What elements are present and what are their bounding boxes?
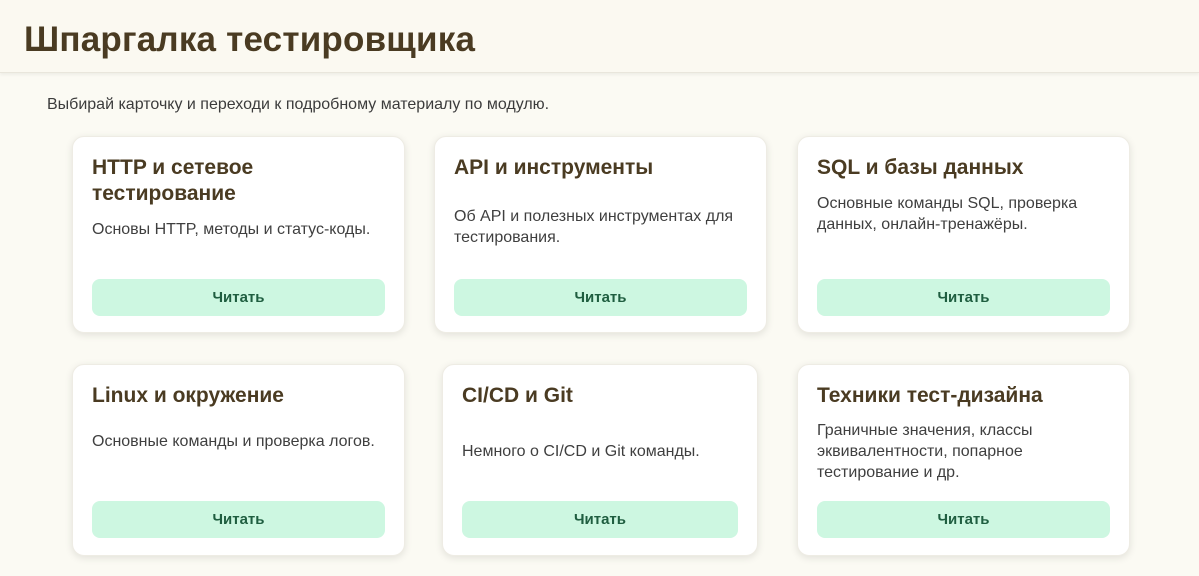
card-description: Об API и полезных инструментах для тести… [454, 208, 734, 246]
card-title: Linux и окружение [92, 384, 284, 407]
card-title: SQL и базы данных [817, 156, 1024, 179]
read-button-sql[interactable]: Читать [817, 279, 1110, 316]
card-linux: Linux и окружение Основные команды и про… [72, 364, 405, 556]
read-button-http[interactable]: Читать [92, 279, 385, 316]
card-description: Немного о CI/CD и Git команды. [462, 443, 700, 460]
card-test-design: Техники тест-дизайна Граничные значения,… [797, 364, 1130, 556]
card-description: Основные команды и проверка логов. [92, 433, 375, 450]
card-title: API и инструменты [454, 156, 654, 179]
card-title: CI/CD и Git [462, 384, 573, 407]
card-http: HTTP и сетевое тестирование Основы HTTP,… [72, 136, 405, 333]
card-description: Основные команды SQL, проверка данных, о… [817, 195, 1078, 233]
card-title: Техники тест-дизайна [817, 384, 1043, 407]
page-header: Шпаргалка тестировщика [0, 0, 1199, 73]
card-sql: SQL и базы данных Основные команды SQL, … [797, 136, 1130, 333]
page-title: Шпаргалка тестировщика [24, 20, 476, 59]
card-description: Основы HTTP, методы и статус-коды. [92, 221, 371, 238]
read-button-linux[interactable]: Читать [92, 501, 385, 538]
card-api: API и инструменты Об API и полезных инст… [434, 136, 767, 333]
card-title: HTTP и сетевое тестирование [92, 156, 254, 205]
card-description: Граничные значения, классы эквивалентнос… [817, 422, 1033, 481]
read-button-cicd[interactable]: Читать [462, 501, 738, 538]
intro-text: Выбирай карточку и переходи к подробному… [47, 96, 550, 113]
read-button-api[interactable]: Читать [454, 279, 747, 316]
card-cicd: CI/CD и Git Немного о CI/CD и Git команд… [442, 364, 758, 556]
read-button-test-design[interactable]: Читать [817, 501, 1110, 538]
